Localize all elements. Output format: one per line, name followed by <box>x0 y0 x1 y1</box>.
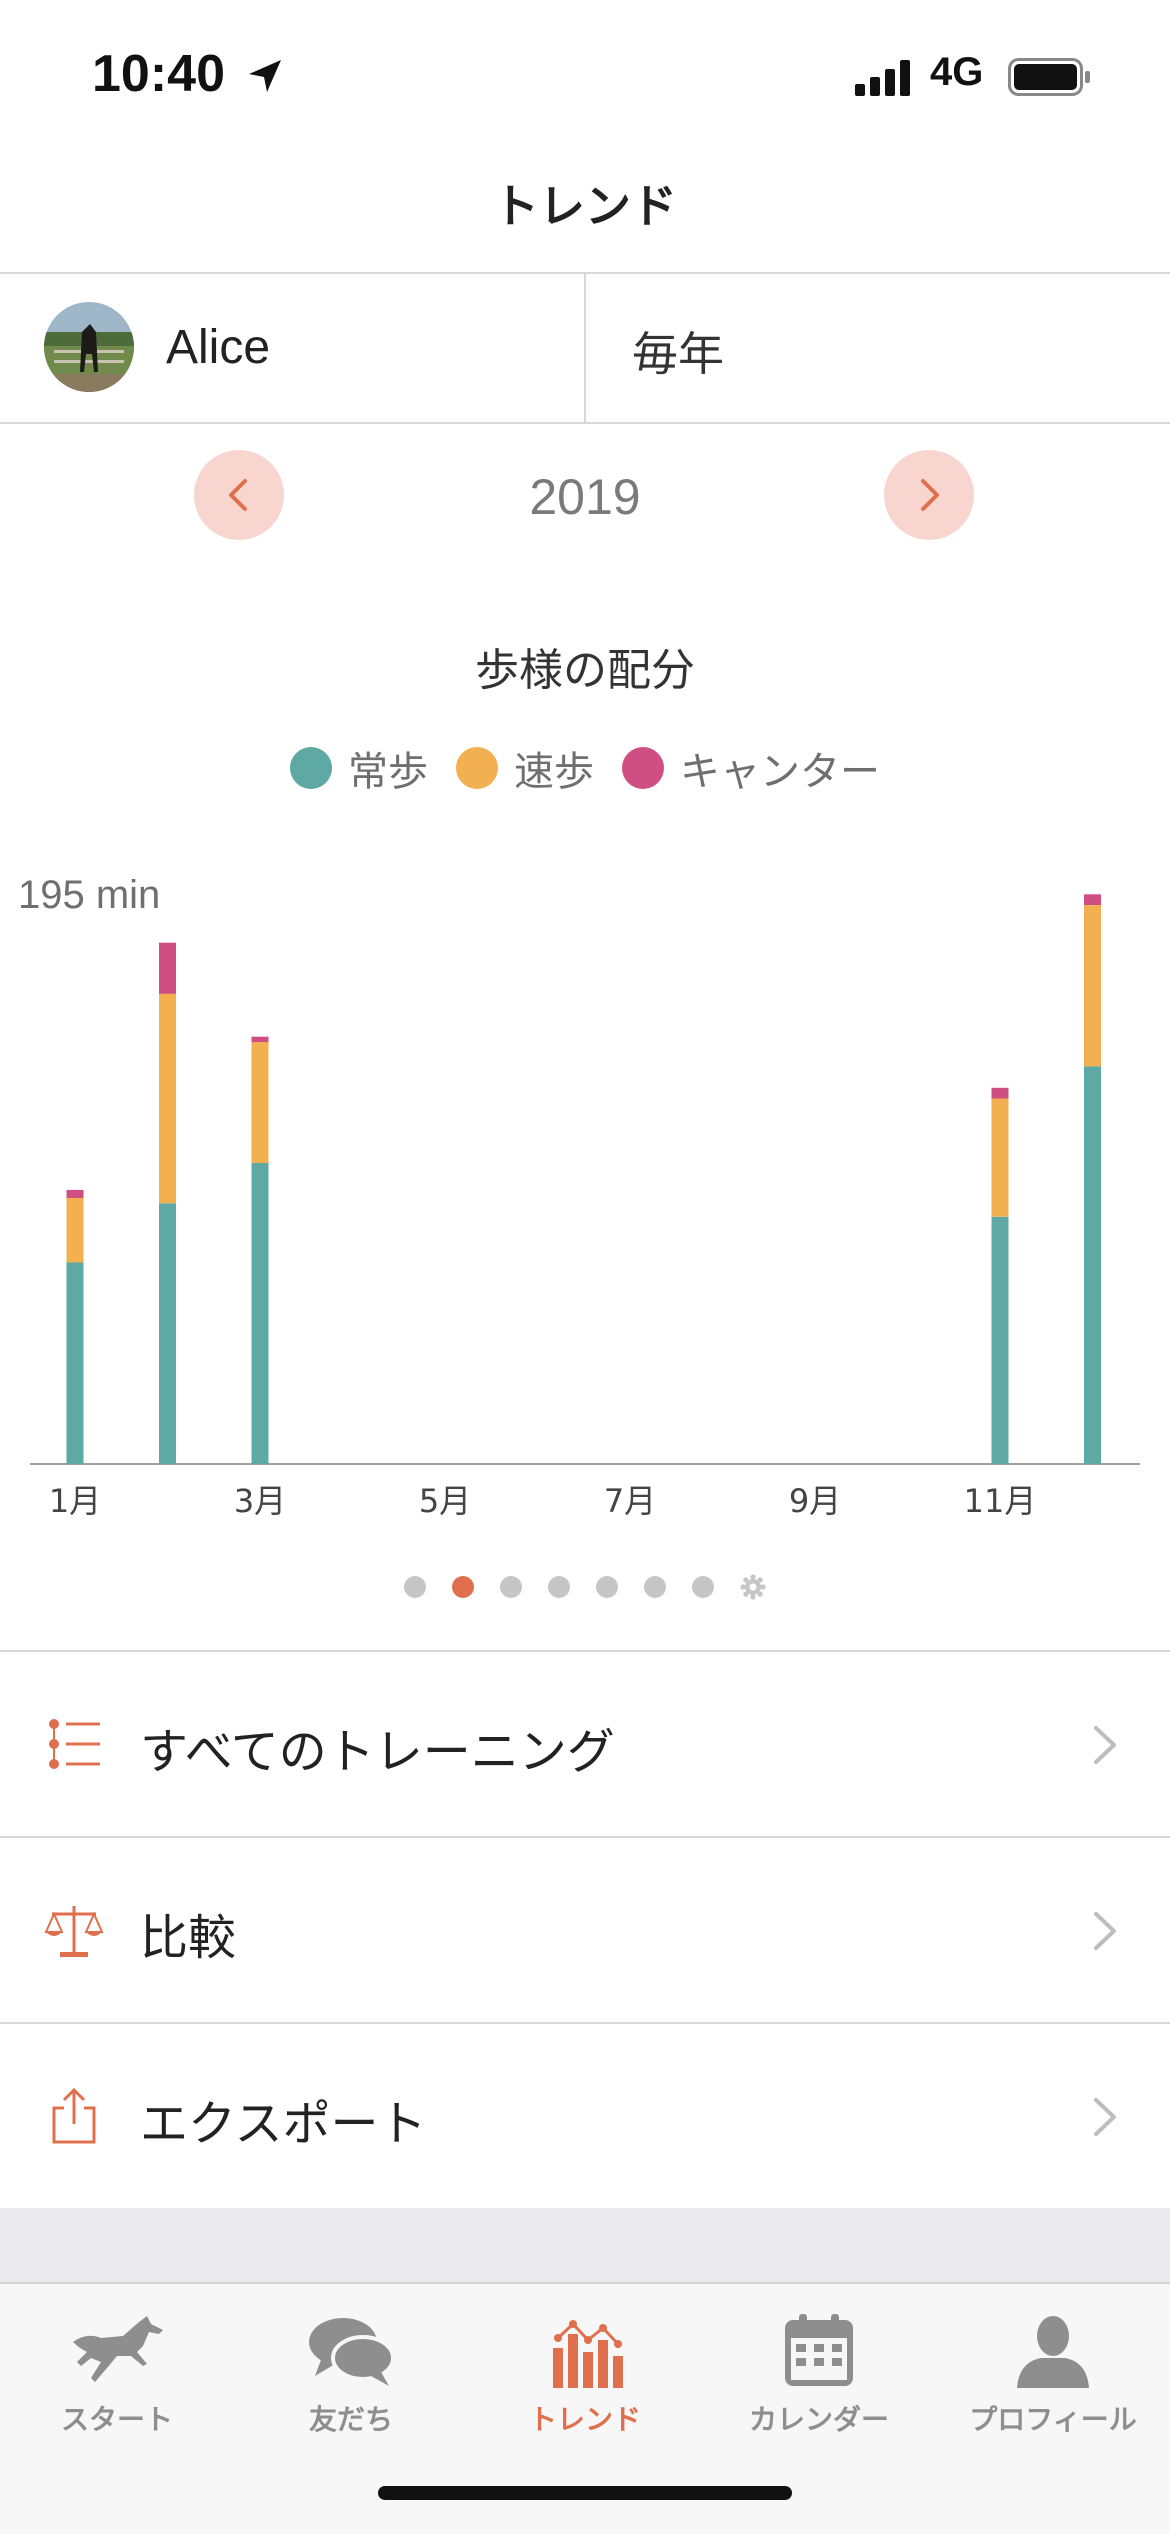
legend-label: 常歩 <box>348 749 428 795</box>
bar-segment-walk-11月 <box>991 1216 1009 1464</box>
list-item-label: すべてのトレーニング <box>140 1724 615 1780</box>
bar-segment-canter-1月 <box>66 1189 84 1198</box>
tab-friends[interactable]: 友だち <box>234 2294 468 2444</box>
tab-label: プロフィール <box>969 2403 1137 2436</box>
chevron-right-icon <box>1094 1912 1116 1950</box>
x-tick-label: 7月 <box>604 1482 656 1520</box>
bar-segment-trot-3月 <box>251 1042 269 1163</box>
legend-swatch <box>456 747 498 789</box>
legend-label: キャンター <box>680 749 880 795</box>
bar-segment-walk-3月 <box>251 1163 269 1464</box>
bar-segment-canter-3月 <box>251 1036 269 1043</box>
selector-row: Alice 毎年 <box>0 274 1170 422</box>
legend-item-walk: 常歩 <box>290 739 428 797</box>
tab-start[interactable]: スタート <box>0 2294 234 2444</box>
page-dot[interactable] <box>500 1576 522 1598</box>
bar-chart-icon <box>553 2320 623 2388</box>
page-title: トレンド <box>493 179 677 233</box>
network-type: 4G <box>930 50 984 94</box>
chevron-right-icon <box>1094 2098 1116 2136</box>
tab-label: トレンド <box>528 2403 641 2436</box>
legend-item-trot: 速歩 <box>456 739 594 797</box>
horse-icon <box>73 2316 163 2382</box>
legend-swatch <box>622 747 664 789</box>
horse-name: Alice <box>166 321 271 374</box>
chart-title: 歩様の配分 <box>475 645 695 696</box>
status-bar: 10:40 4G <box>0 0 1170 150</box>
bar-segment-trot-11月 <box>991 1098 1009 1217</box>
list-item-label: 比較 <box>140 1910 237 1966</box>
page-indicator[interactable] <box>0 1572 1170 1602</box>
page-dot[interactable] <box>644 1576 666 1598</box>
divider <box>584 274 586 422</box>
tab-calendar[interactable]: カレンダー <box>702 2294 936 2444</box>
bar-segment-walk-12月 <box>1084 1066 1101 1464</box>
tab-label: スタート <box>60 2403 173 2436</box>
chevron-right-icon <box>921 479 939 511</box>
bar-segment-canter-12月 <box>1084 894 1101 905</box>
scale-icon <box>44 1906 104 1957</box>
location-arrow-icon <box>249 60 281 92</box>
x-tick-label: 5月 <box>419 1482 471 1520</box>
gait-distribution-chart: 195 min 1月 3月 5月 7月 9月 11月 <box>18 873 1140 1520</box>
settings-gear-icon[interactable] <box>740 1574 766 1600</box>
period-selector[interactable]: 毎年 <box>632 318 724 384</box>
legend-swatch <box>290 747 332 789</box>
bar-segment-walk-1月 <box>66 1262 84 1464</box>
page-dot[interactable] <box>548 1576 570 1598</box>
status-time: 10:40 <box>92 45 225 103</box>
year-label: 2019 <box>529 469 641 525</box>
y-axis-max-label: 195 min <box>18 873 160 917</box>
home-indicator <box>378 2486 792 2500</box>
x-tick-label: 3月 <box>234 1482 286 1520</box>
legend-item-canter: キャンター <box>622 739 880 797</box>
x-tick-label: 11月 <box>964 1482 1037 1520</box>
horse-selector[interactable]: Alice <box>0 274 584 422</box>
bar-segment-canter-11月 <box>991 1087 1009 1099</box>
list-icon <box>49 1719 100 1769</box>
page-dot[interactable] <box>692 1576 714 1598</box>
bar-segment-walk-2月 <box>159 1203 176 1464</box>
chart-legend: 常歩 速歩 キャンター <box>0 738 1170 798</box>
bar-segment-trot-1月 <box>66 1198 84 1263</box>
person-icon <box>1017 2316 1089 2388</box>
page-dot[interactable] <box>596 1576 618 1598</box>
legend-label: 速歩 <box>514 749 594 795</box>
battery-icon <box>1008 58 1090 96</box>
list-item-all-trainings[interactable]: すべてのトレーニング <box>0 1652 1170 1836</box>
chat-bubbles-icon <box>309 2318 395 2386</box>
x-tick-label: 9月 <box>789 1482 841 1520</box>
tab-label: 友だち <box>308 2403 393 2436</box>
bar-segment-canter-2月 <box>159 942 176 994</box>
avatar <box>44 302 134 392</box>
chevron-right-icon <box>1094 1726 1116 1764</box>
calendar-icon <box>785 2314 853 2386</box>
tab-trend[interactable]: トレンド <box>468 2294 702 2444</box>
bar-segment-trot-2月 <box>159 993 176 1204</box>
cellular-signal-icon <box>855 60 910 96</box>
next-year-button[interactable] <box>884 450 974 540</box>
year-navigator: 2019 <box>0 450 1170 550</box>
share-icon <box>52 2087 96 2144</box>
x-tick-label: 1月 <box>49 1482 101 1520</box>
list-item-compare[interactable]: 比較 <box>0 1838 1170 2022</box>
section-spacer <box>0 2208 1170 2282</box>
page-dot[interactable] <box>452 1576 474 1598</box>
divider <box>0 422 1170 424</box>
tab-profile[interactable]: プロフィール <box>936 2294 1170 2444</box>
page-dot[interactable] <box>404 1576 426 1598</box>
list-item-export[interactable]: エクスポート <box>0 2024 1170 2208</box>
bar-segment-trot-12月 <box>1084 905 1101 1067</box>
list-item-label: エクスポート <box>140 2096 427 2152</box>
tab-label: カレンダー <box>748 2403 889 2436</box>
